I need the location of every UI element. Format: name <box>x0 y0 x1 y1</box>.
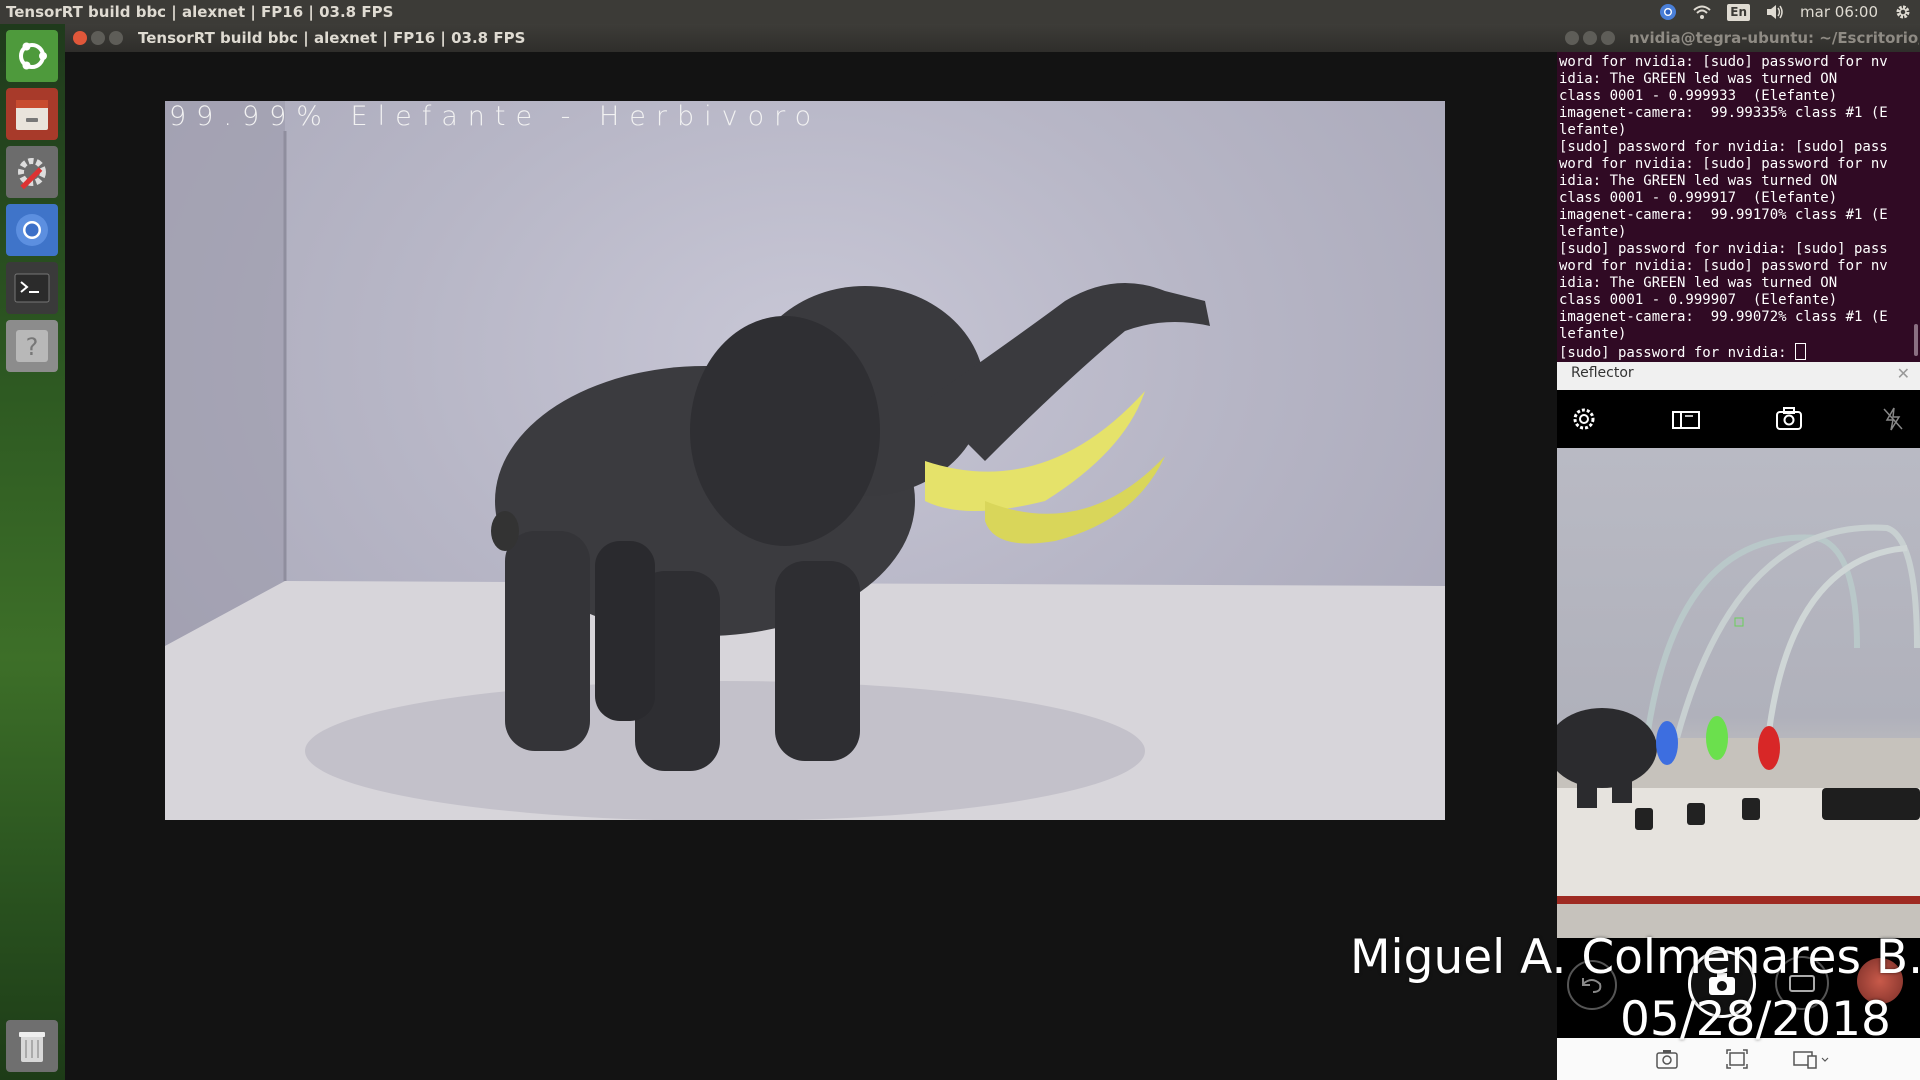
terminal-line: idia: The GREEN led was turned ON <box>1559 275 1838 291</box>
terminal-line: [sudo] password for nvidia: [sudo] pass <box>1559 139 1888 155</box>
camera-feed: 99.99% Elefante - Herbivoro <box>165 101 1445 820</box>
terminal-output[interactable]: word for nvidia: [sudo] password for nv i… <box>1559 54 1914 360</box>
launcher-item-help[interactable]: ? <box>6 320 58 372</box>
flash-off-icon[interactable] <box>1878 404 1908 434</box>
terminal-line: class 0001 - 0.999907 (Elefante) <box>1559 292 1838 308</box>
terminal-icon <box>12 268 52 308</box>
terminal-line: idia: The GREEN led was turned ON <box>1559 71 1838 87</box>
chromium-icon <box>12 210 52 250</box>
close-icon[interactable] <box>73 31 87 45</box>
terminal-scrollbar[interactable] <box>1914 324 1918 356</box>
camera-flip-icon[interactable] <box>1671 404 1701 434</box>
gear-icon[interactable] <box>1894 3 1912 21</box>
reflector-titlebar[interactable]: Reflector ✕ <box>1557 362 1920 390</box>
terminal-prompt: [sudo] password for nvidia: <box>1559 345 1796 360</box>
terminal-line: word for nvidia: [sudo] password for nv <box>1559 258 1888 274</box>
launcher: ? <box>0 24 66 1080</box>
reflector-title: Reflector <box>1571 365 1634 381</box>
terminal-titlebar[interactable]: nvidia@tegra-ubuntu: ~/Escritorio/jetson <box>1557 24 1920 52</box>
help-icon: ? <box>12 326 52 366</box>
launcher-item-chromium[interactable] <box>6 204 58 256</box>
watermark-date: 05/28/2018 <box>1620 992 1891 1047</box>
breadboard-image <box>1557 524 1920 938</box>
terminal-prompt-line[interactable]: [sudo] password for nvidia: <box>1559 343 1914 360</box>
terminal-line: imagenet-camera: 99.99335% class #1 (E <box>1559 105 1888 121</box>
terminal-line: word for nvidia: [sudo] password for nv <box>1559 54 1888 70</box>
devices-dropdown-icon[interactable] <box>1792 1048 1832 1074</box>
terminal-cursor <box>1795 343 1807 360</box>
fullscreen-icon[interactable] <box>1725 1048 1749 1074</box>
terminal-line: imagenet-camera: 99.99170% class #1 (E <box>1559 207 1888 223</box>
terminal-line: lefante) <box>1559 326 1627 342</box>
launcher-item-system-settings[interactable] <box>6 146 58 198</box>
phone-camera-preview <box>1557 448 1920 938</box>
launcher-item-trash[interactable] <box>6 1020 58 1072</box>
terminal-title: nvidia@tegra-ubuntu: ~/Escritorio/jetson <box>1629 29 1919 47</box>
launcher-item-ubuntu-dash[interactable] <box>6 30 58 82</box>
terminal-line: lefante) <box>1559 224 1627 240</box>
ubuntu-logo-icon <box>13 37 51 75</box>
watermark-author: Miguel A. Colmenares B. <box>1350 930 1920 985</box>
terminal-line: [sudo] password for nvidia: [sudo] pass <box>1559 241 1888 257</box>
terminal-line: class 0001 - 0.999917 (Elefante) <box>1559 190 1838 206</box>
system-tray: En mar 06:00 <box>1659 0 1920 24</box>
terminal-line: word for nvidia: [sudo] password for nv <box>1559 156 1888 172</box>
volume-icon[interactable] <box>1766 3 1784 21</box>
wifi-icon[interactable] <box>1693 3 1711 21</box>
settings-icon[interactable] <box>1569 404 1599 434</box>
terminal-line: idia: The GREEN led was turned ON <box>1559 173 1838 189</box>
clock[interactable]: mar 06:00 <box>1800 0 1878 24</box>
trash-icon <box>12 1026 52 1066</box>
main-window-title: TensorRT build bbc | alexnet | FP16 | 03… <box>138 29 526 47</box>
terminal-line: lefante) <box>1559 122 1627 138</box>
close-icon[interactable] <box>1565 31 1579 45</box>
keyboard-layout-indicator[interactable]: En <box>1727 3 1751 21</box>
camera-toolbar <box>1557 390 1920 448</box>
main-window-titlebar[interactable]: TensorRT build bbc | alexnet | FP16 | 03… <box>65 24 1557 52</box>
launcher-item-files[interactable] <box>6 88 58 140</box>
minimize-icon[interactable] <box>91 31 105 45</box>
minimize-icon[interactable] <box>1583 31 1597 45</box>
classification-overlay: 99.99% Elefante - Herbivoro <box>169 101 822 132</box>
elephant-image <box>165 101 1445 820</box>
screenshot-icon[interactable] <box>1655 1048 1679 1074</box>
terminal-window[interactable]: nvidia@tegra-ubuntu: ~/Escritorio/jetson… <box>1557 24 1920 362</box>
main-window: TensorRT build bbc | alexnet | FP16 | 03… <box>65 24 1557 1080</box>
terminal-line: imagenet-camera: 99.99072% class #1 (E <box>1559 309 1888 325</box>
maximize-icon[interactable] <box>1601 31 1615 45</box>
active-window-title: TensorRT build bbc | alexnet | FP16 | 03… <box>6 3 394 21</box>
svg-text:?: ? <box>26 333 39 361</box>
settings-tools-icon <box>12 152 52 192</box>
launcher-item-terminal[interactable] <box>6 262 58 314</box>
top-panel: TensorRT build bbc | alexnet | FP16 | 03… <box>0 0 1920 24</box>
terminal-line: class 0001 - 0.999933 (Elefante) <box>1559 88 1838 104</box>
camera-switch-icon[interactable] <box>1774 404 1804 434</box>
maximize-icon[interactable] <box>109 31 123 45</box>
close-icon[interactable]: ✕ <box>1897 363 1910 385</box>
chromium-indicator-icon[interactable] <box>1659 3 1677 21</box>
file-cabinet-icon <box>12 94 52 134</box>
